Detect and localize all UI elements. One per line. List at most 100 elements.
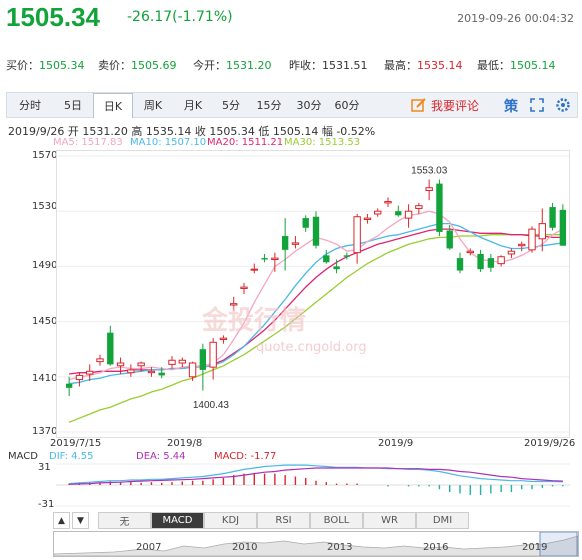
low-annotation: 1400.43 bbox=[193, 400, 230, 411]
candle-body-up bbox=[384, 201, 392, 204]
tab-30min[interactable]: 30分 bbox=[289, 93, 329, 117]
edit-icon bbox=[411, 98, 426, 112]
candle-body-down bbox=[323, 255, 330, 263]
quote-ask: 卖价：1505.69 bbox=[98, 59, 177, 72]
macd-label: MACD: -1.77 bbox=[214, 451, 277, 462]
price-change: -26.17(-1.71%) bbox=[127, 9, 233, 25]
quote-low: 最低：1505.14 bbox=[477, 59, 556, 72]
watermark-logo: 金投行情 bbox=[202, 306, 307, 336]
tab-intraday[interactable]: 分时 bbox=[7, 93, 53, 117]
candle-body-down bbox=[446, 230, 453, 249]
candle-body-up bbox=[374, 210, 382, 215]
current-price: 1505.34 bbox=[6, 2, 100, 32]
candle-body-down bbox=[312, 216, 320, 246]
comment-button[interactable]: 我要评论 bbox=[411, 95, 479, 115]
candle-body-up bbox=[507, 250, 516, 255]
tab-monthly-k[interactable]: 月K bbox=[173, 93, 213, 117]
indicator-kdj[interactable]: KDJ bbox=[204, 512, 257, 529]
macd-bottom-tick: -31 bbox=[38, 499, 55, 510]
candle-body-down bbox=[559, 209, 567, 246]
candle-body-up bbox=[168, 359, 176, 365]
candle-body-up bbox=[219, 337, 228, 341]
quote-prev-close: 昨收：1531.51 bbox=[289, 59, 368, 72]
candle-body-up bbox=[425, 187, 433, 192]
candlestick-chart: 1553.03 1400.43 bbox=[56, 150, 570, 438]
quote-high: 最高：1535.14 bbox=[384, 59, 463, 72]
indicator-dmi[interactable]: DMI bbox=[416, 512, 469, 529]
period-tabs: 分时 5日 日K 周K 月K 5分 15分 30分 60分 我要评论 策 bbox=[6, 92, 578, 118]
candle-body-up bbox=[209, 341, 217, 368]
tab-15min[interactable]: 15分 bbox=[249, 93, 289, 117]
x-tick: 2019/9/26 bbox=[524, 438, 576, 449]
candle-body-up bbox=[404, 210, 413, 219]
ma20-label: MA20: 1511.21 bbox=[207, 137, 284, 148]
indicator-macd[interactable]: MACD bbox=[151, 512, 204, 529]
timeline-year: 2019 bbox=[522, 542, 548, 553]
tab-daily-k[interactable]: 日K bbox=[93, 93, 133, 118]
candle-body-down bbox=[395, 211, 402, 216]
candle-body-up bbox=[116, 362, 125, 367]
candle-body-down bbox=[456, 258, 464, 271]
candle-body-up bbox=[415, 205, 423, 209]
candle-body-up bbox=[75, 374, 84, 381]
strategy-icon[interactable]: 策 bbox=[504, 96, 518, 116]
comment-label: 我要评论 bbox=[431, 98, 480, 113]
candle-body-up bbox=[178, 359, 186, 364]
ma5-label: MA5: 1517.83 bbox=[53, 137, 123, 148]
tab-weekly-k[interactable]: 周K bbox=[133, 93, 173, 117]
y-tick: 1450 bbox=[32, 316, 58, 327]
settings-icon[interactable] bbox=[555, 97, 571, 113]
candle-body-down bbox=[477, 253, 484, 270]
candle-body-down bbox=[261, 258, 268, 260]
candle-body-up bbox=[466, 250, 474, 254]
timeline-year: 2013 bbox=[327, 542, 353, 553]
candle-body-up bbox=[240, 286, 248, 289]
x-tick: 2019/9 bbox=[378, 438, 414, 449]
candle-body-down bbox=[107, 332, 114, 365]
candle-body-down bbox=[302, 218, 309, 228]
timestamp: 2019-09-26 00:04:32 bbox=[457, 12, 574, 25]
indicator-none[interactable]: 无 bbox=[98, 512, 151, 529]
macd-chart bbox=[56, 463, 570, 507]
chart-frame bbox=[56, 150, 570, 438]
candle-body-up bbox=[538, 223, 546, 240]
macd-title: MACD bbox=[8, 451, 38, 462]
candle-body-up bbox=[86, 370, 94, 375]
indicator-boll[interactable]: BOLL bbox=[310, 512, 363, 529]
candle-body-up bbox=[291, 242, 300, 245]
candle-body-up bbox=[497, 256, 505, 265]
macd-top-tick: 31 bbox=[38, 462, 51, 473]
tab-60min[interactable]: 60分 bbox=[329, 93, 365, 117]
ma30-label: MA30: 1513.53 bbox=[284, 137, 361, 148]
candle-body-up bbox=[353, 216, 361, 254]
scroll-down-button[interactable]: ▼ bbox=[72, 512, 89, 529]
tab-5min[interactable]: 5分 bbox=[213, 93, 249, 117]
dea-label: DEA: 5.44 bbox=[136, 451, 186, 462]
timeline-year: 2016 bbox=[423, 542, 449, 553]
candle-body-up bbox=[271, 257, 279, 261]
candle-body-down bbox=[487, 258, 495, 268]
candle-body-down bbox=[65, 383, 73, 388]
candle-body-down bbox=[158, 372, 165, 376]
candle-body-up bbox=[518, 243, 526, 247]
indicator-rsi[interactable]: RSI bbox=[257, 512, 310, 529]
candle-body-down bbox=[281, 236, 289, 250]
candle-body-down bbox=[436, 183, 443, 232]
candle-body-up bbox=[250, 268, 258, 271]
timeline-navigator[interactable] bbox=[53, 531, 579, 557]
y-tick: 1410 bbox=[32, 373, 58, 384]
candle-body-up bbox=[127, 369, 135, 374]
candle-body-up bbox=[188, 362, 197, 378]
y-tick: 1490 bbox=[32, 260, 58, 271]
tab-5day[interactable]: 5日 bbox=[53, 93, 93, 117]
y-tick: 1570 bbox=[32, 150, 58, 161]
scroll-up-button[interactable]: ▲ bbox=[53, 512, 70, 529]
candle-body-up bbox=[363, 217, 372, 220]
timeline-sparkline bbox=[53, 531, 579, 557]
indicator-wr[interactable]: WR bbox=[363, 512, 416, 529]
indicator-tabs: 无 MACD KDJ RSI BOLL WR DMI bbox=[98, 512, 469, 529]
candle-body-up bbox=[147, 370, 156, 374]
candle-body-down bbox=[199, 349, 207, 370]
fullscreen-icon[interactable] bbox=[530, 98, 544, 112]
candle-body-down bbox=[333, 266, 340, 270]
